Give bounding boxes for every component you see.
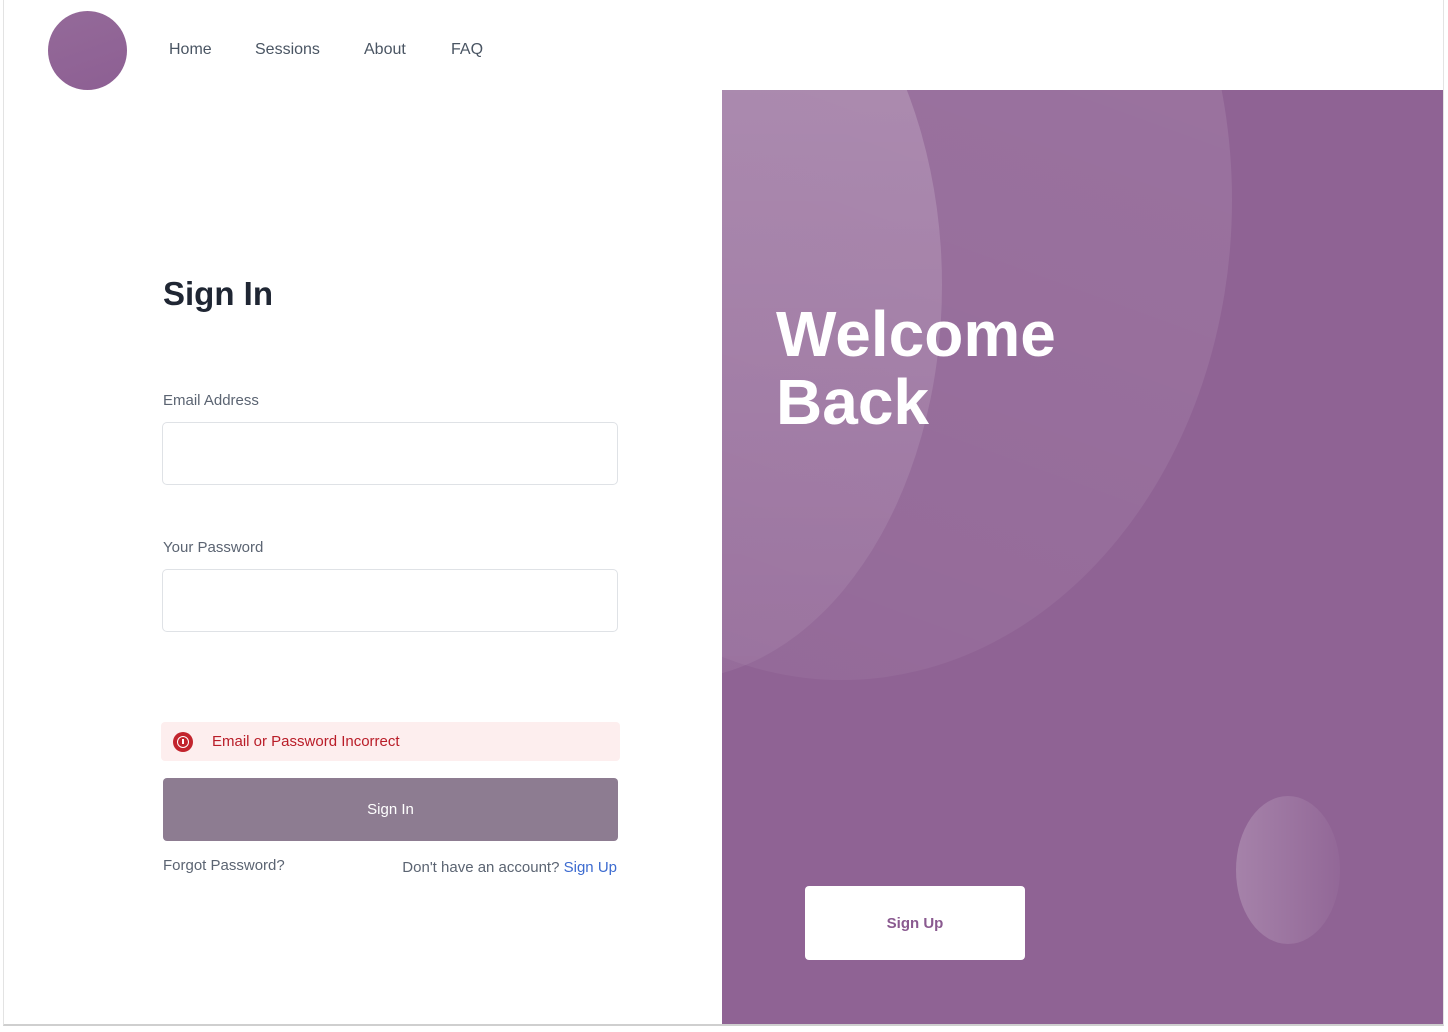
password-field[interactable] <box>162 569 618 632</box>
alert-circle-icon <box>173 732 193 752</box>
nav-item-sessions[interactable]: Sessions <box>255 38 320 62</box>
welcome-hero: Welcome Back Sign Up <box>722 90 1443 1024</box>
no-account-text: Don't have an account? <box>402 859 560 876</box>
nav-item-about[interactable]: About <box>364 38 406 62</box>
hero-title: Welcome Back <box>776 300 1276 436</box>
email-field[interactable] <box>162 422 618 485</box>
sign-up-link[interactable]: Sign Up <box>564 859 617 876</box>
brand-logo[interactable] <box>48 11 127 90</box>
page-title: Sign In <box>163 275 273 312</box>
nav-item-home[interactable]: Home <box>169 38 212 62</box>
hero-title-line: Back <box>776 366 929 438</box>
nav-item-faq[interactable]: FAQ <box>451 38 483 62</box>
hero-sign-up-button[interactable]: Sign Up <box>805 886 1025 960</box>
forgot-password-link[interactable]: Forgot Password? <box>163 856 285 876</box>
password-label: Your Password <box>163 539 264 556</box>
signup-prompt: Don't have an account? Sign Up <box>402 858 617 878</box>
email-label: Email Address <box>163 392 259 409</box>
decorative-blob <box>1236 796 1340 944</box>
hero-title-line: Welcome <box>776 298 1056 370</box>
error-message: Email or Password Incorrect <box>212 733 400 750</box>
error-banner: Email or Password Incorrect <box>161 722 620 761</box>
sign-in-button[interactable]: Sign In <box>163 778 618 841</box>
app-frame: Home Sessions About FAQ Sign In Email Ad… <box>3 0 1444 1026</box>
